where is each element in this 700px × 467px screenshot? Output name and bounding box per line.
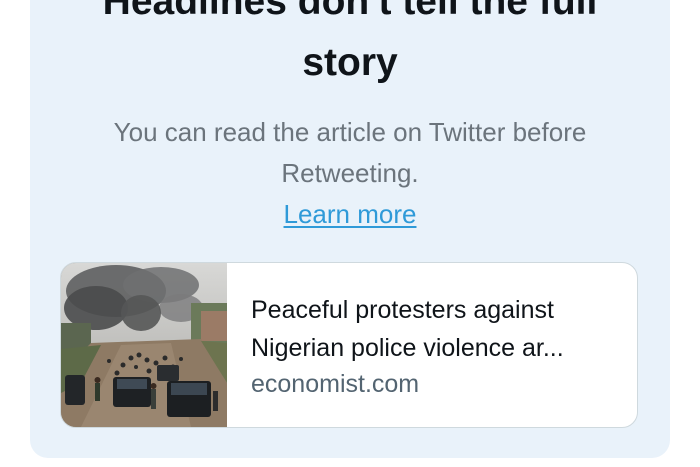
article-title-line2: Nigerian police violence ar... — [251, 334, 564, 362]
prompt-description: You can read the article on Twitter befo… — [30, 112, 670, 194]
article-title: Peaceful protesters against Nigerian pol… — [251, 291, 623, 367]
article-card[interactable]: Peaceful protesters against Nigerian pol… — [60, 262, 638, 428]
article-domain: economist.com — [251, 370, 420, 398]
article-title-line1: Peaceful protesters against — [251, 296, 554, 324]
learn-more-container: Learn more — [30, 196, 670, 232]
protest-street-smoke-image — [61, 263, 227, 427]
prompt-description-line1: You can read the article on Twitter befo… — [113, 117, 587, 147]
read-before-retweet-prompt: Headlines don't tell the full story You … — [30, 0, 670, 458]
prompt-description-line2: Retweeting. — [281, 158, 419, 188]
prompt-heading-line1: Headlines don't tell the full — [102, 0, 598, 23]
prompt-heading-line2: story — [302, 41, 398, 84]
learn-more-link[interactable]: Learn more — [284, 199, 417, 229]
article-thumbnail-image — [61, 263, 227, 427]
